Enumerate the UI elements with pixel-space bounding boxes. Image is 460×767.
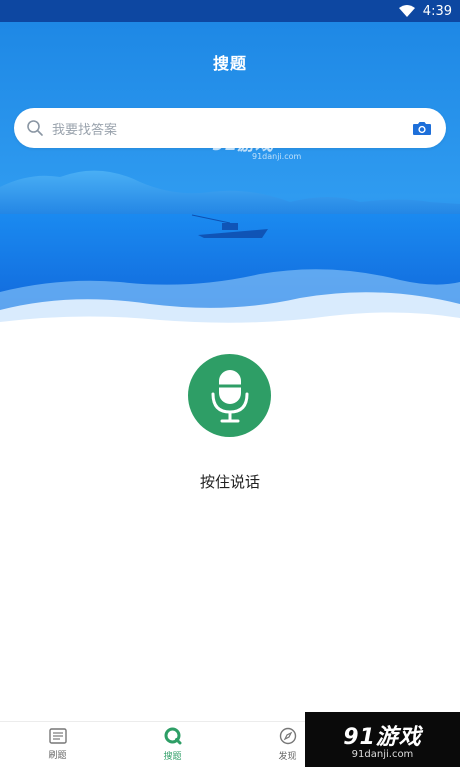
status-bar: 4:39 xyxy=(0,0,460,22)
search-tab-icon xyxy=(164,727,181,745)
microphone-icon xyxy=(211,369,248,422)
brand-corner-main: 91游戏 xyxy=(343,725,422,750)
voice-record-button[interactable] xyxy=(188,354,271,437)
compass-icon xyxy=(279,727,296,745)
camera-icon[interactable] xyxy=(412,120,432,136)
brand-corner-sub: 91danji.com xyxy=(351,749,414,760)
tab-practice[interactable]: 刷题 xyxy=(0,722,115,767)
list-icon xyxy=(48,728,67,744)
tab-search[interactable]: 搜题 xyxy=(115,722,230,767)
brand-corner-logo: 91游戏 91danji.com xyxy=(305,712,460,767)
search-icon xyxy=(27,120,43,136)
watermark-logo: 91游戏 91danji.com xyxy=(212,130,301,161)
tab-search-label: 搜题 xyxy=(163,752,182,762)
watermark-sub: 91danji.com xyxy=(252,152,302,161)
status-time: 4:39 xyxy=(422,3,452,19)
tab-discover-label: 发现 xyxy=(278,752,297,762)
page-title: 搜题 xyxy=(212,54,247,73)
hero-banner: 搜题 我要找答案 91游戏 91danji.com xyxy=(0,22,460,340)
tab-practice-label: 刷题 xyxy=(48,751,67,761)
hold-to-talk-label: 按住说话 xyxy=(199,473,260,491)
wifi-icon xyxy=(398,5,415,17)
